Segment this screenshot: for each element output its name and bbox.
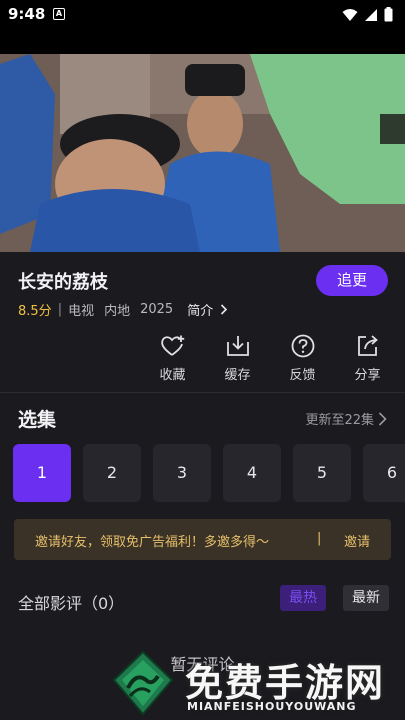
year: 2025 <box>140 302 174 317</box>
score: 8.5分 <box>18 304 52 319</box>
action-bar: 收藏 缓存 反馈 分享 <box>140 334 400 383</box>
heart-plus-icon <box>160 335 184 356</box>
video-player[interactable] <box>0 30 405 252</box>
region: 内地 <box>104 304 131 319</box>
feedback-label: 反馈 <box>289 368 316 383</box>
share-button[interactable]: 分享 <box>335 334 400 383</box>
cache-label: 缓存 <box>224 368 251 383</box>
status-bar: 9:48 A <box>0 0 405 30</box>
intro-link[interactable]: 简介 <box>187 300 228 319</box>
sort-new-tab[interactable]: 最新 <box>343 585 389 611</box>
invite-text: 邀请好友，领取免广告福利！多邀多得～ <box>35 535 270 550</box>
cache-button[interactable]: 缓存 <box>205 334 270 383</box>
invite-banner[interactable]: 邀请好友，领取免广告福利！多邀多得～ | 邀请 <box>14 519 391 560</box>
notification-icon: A <box>53 8 65 20</box>
reviews-title: 全部影评（0） <box>18 594 125 613</box>
feedback-button[interactable]: 反馈 <box>270 334 335 383</box>
video-still-image <box>0 54 405 252</box>
show-title: 长安的荔枝 <box>18 272 108 293</box>
watermark-subtitle: MIANFEISHOUYOUWANG <box>187 700 357 713</box>
meta-separator: | <box>57 302 63 317</box>
wifi-icon <box>342 8 358 21</box>
sort-hot-tab[interactable]: 最热 <box>280 585 326 611</box>
episode-4-button[interactable]: 4 <box>223 444 281 502</box>
divider <box>0 392 405 393</box>
episodes-more-label: 更新至22集 <box>305 413 374 428</box>
battery-icon <box>384 7 393 22</box>
episodes-more-link[interactable]: 更新至22集 <box>305 409 387 428</box>
favorite-label: 收藏 <box>159 368 186 383</box>
episode-1-button[interactable]: 1 <box>13 444 71 502</box>
signal-icon <box>365 8 377 21</box>
status-icons <box>342 7 393 22</box>
watermark-logo-icon <box>112 650 174 716</box>
share-label: 分享 <box>354 368 381 383</box>
episode-6-button[interactable]: 6 <box>363 444 405 502</box>
follow-button[interactable]: 追更 <box>316 265 388 296</box>
episode-5-button[interactable]: 5 <box>293 444 351 502</box>
favorite-button[interactable]: 收藏 <box>140 334 205 383</box>
show-meta: 8.5分 | 电视 内地 2025 简介 <box>18 300 228 319</box>
watermark-title: 免费手游网 <box>185 660 386 705</box>
question-icon <box>291 334 314 358</box>
download-icon <box>226 336 249 356</box>
watermark: 免费手游网 MIANFEISHOUYOUWANG <box>110 650 400 716</box>
video-frame[interactable] <box>0 54 405 252</box>
genre: 电视 <box>68 304 95 319</box>
share-icon <box>357 335 378 356</box>
episode-list: 123456 <box>13 444 405 502</box>
intro-label: 简介 <box>187 304 214 319</box>
chevron-right-icon <box>221 304 228 315</box>
invite-link[interactable]: 邀请 <box>344 531 370 550</box>
episode-2-button[interactable]: 2 <box>83 444 141 502</box>
invite-separator: | <box>317 531 322 546</box>
status-time: 9:48 <box>8 5 46 23</box>
chevron-right-icon <box>378 411 387 426</box>
episodes-title: 选集 <box>18 409 57 431</box>
episode-3-button[interactable]: 3 <box>153 444 211 502</box>
